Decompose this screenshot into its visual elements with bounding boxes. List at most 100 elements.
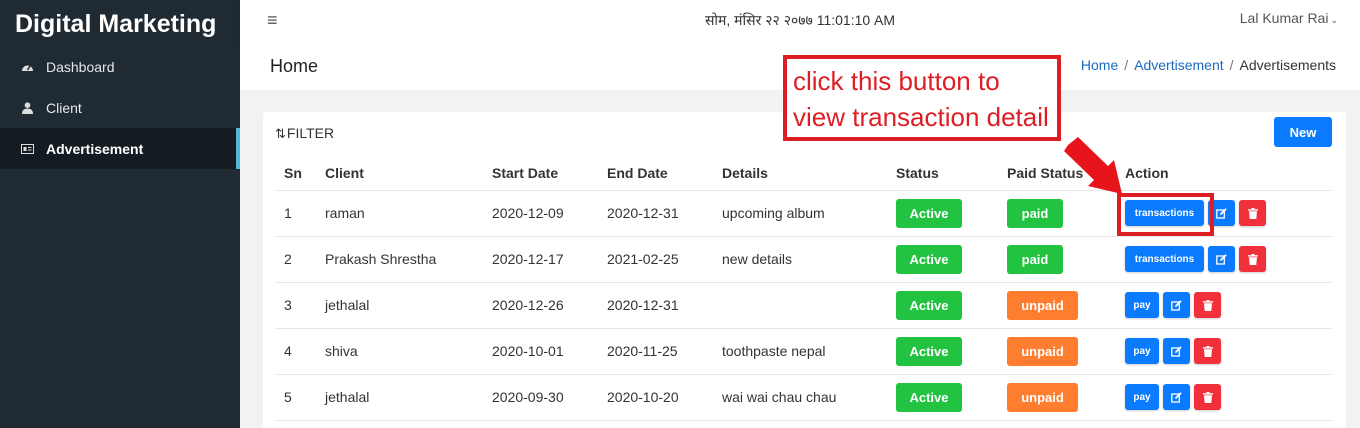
cell-client: shiva bbox=[316, 328, 483, 375]
filter-toggle[interactable]: ⇅FILTER bbox=[275, 125, 334, 142]
cell-client: Prakash Shrestha bbox=[316, 236, 483, 283]
delete-button[interactable] bbox=[1239, 246, 1266, 272]
cell-details bbox=[713, 282, 887, 329]
status-badge: Active bbox=[896, 382, 962, 412]
cell-paid-status: unpaid bbox=[998, 282, 1116, 329]
chevron-down-icon: ⌄ bbox=[1330, 15, 1338, 25]
cell-sn: 3 bbox=[275, 282, 316, 329]
paid-status-badge: paid bbox=[1007, 244, 1063, 274]
annotation-arrow-icon bbox=[1064, 137, 1122, 194]
sidebar-item-client[interactable]: Client bbox=[0, 87, 240, 128]
sidebar-item-label: Advertisement bbox=[46, 140, 144, 157]
cell-status: Active bbox=[887, 374, 998, 421]
edit-icon bbox=[1216, 207, 1227, 219]
cell-start-date: 2020-12-09 bbox=[483, 190, 598, 237]
annotation-line-1: click this button to bbox=[793, 66, 1000, 96]
new-button[interactable]: New bbox=[1274, 117, 1332, 147]
cell-end-date: 2020-10-20 bbox=[598, 374, 713, 421]
annotation-highlight-box bbox=[1117, 193, 1214, 236]
trash-icon bbox=[1202, 391, 1213, 403]
column-header-client: Client bbox=[316, 156, 483, 191]
cell-client: raman bbox=[316, 190, 483, 237]
sidebar-item-advertisement[interactable]: Advertisement bbox=[0, 128, 240, 169]
delete-button[interactable] bbox=[1194, 384, 1221, 410]
filter-label: FILTER bbox=[286, 125, 335, 141]
edit-button[interactable] bbox=[1163, 338, 1190, 364]
filter-icon: ⇅ bbox=[275, 126, 286, 141]
breadcrumb-home[interactable]: Home bbox=[1081, 57, 1118, 73]
cell-paid-status: paid bbox=[998, 190, 1116, 237]
cell-sn: 4 bbox=[275, 328, 316, 375]
table-row: 5 jethalal 2020-09-30 2020-10-20 wai wai cha… bbox=[275, 374, 1332, 421]
breadcrumb-advertisement[interactable]: Advertisement bbox=[1134, 57, 1223, 73]
edit-button[interactable] bbox=[1163, 384, 1190, 410]
column-header-end-date: End Date bbox=[598, 156, 713, 191]
paid-status-badge: paid bbox=[1007, 198, 1063, 228]
user-menu[interactable]: Lal Kumar Rai ⌄ bbox=[1240, 10, 1338, 26]
trash-icon bbox=[1247, 253, 1258, 265]
column-header-action: Action bbox=[1116, 156, 1332, 191]
cell-details: new details bbox=[713, 236, 887, 283]
cell-status: Active bbox=[887, 282, 998, 329]
page-title: Home bbox=[270, 56, 319, 76]
breadcrumb-separator: / bbox=[1229, 57, 1234, 73]
annotation-line-2: view transaction detail bbox=[793, 102, 1049, 132]
table-header-row: Sn Client Start Date End Date Details St… bbox=[275, 156, 1332, 191]
delete-button[interactable] bbox=[1194, 292, 1221, 318]
cell-action: pay bbox=[1116, 282, 1332, 329]
paid-status-badge: unpaid bbox=[1007, 336, 1078, 366]
column-header-status: Status bbox=[887, 156, 998, 191]
edit-button[interactable] bbox=[1163, 292, 1190, 318]
cell-status: Active bbox=[887, 328, 998, 375]
dashboard-icon bbox=[20, 61, 34, 73]
status-badge: Active bbox=[896, 336, 962, 366]
table-row: 4 shiva 2020-10-01 2020-11-25 toothpaste nep… bbox=[275, 328, 1332, 375]
cell-status: Active bbox=[887, 190, 998, 237]
cell-sn: 5 bbox=[275, 374, 316, 421]
cell-sn: 1 bbox=[275, 190, 316, 237]
cell-start-date: 2020-10-01 bbox=[483, 328, 598, 375]
delete-button[interactable] bbox=[1194, 338, 1221, 364]
cell-action: pay bbox=[1116, 374, 1332, 421]
pay-button[interactable]: pay bbox=[1125, 384, 1159, 410]
delete-button[interactable] bbox=[1239, 200, 1266, 226]
advertisements-card: ⇅FILTER New Sn Client Start Date End Dat… bbox=[263, 112, 1346, 428]
cell-end-date: 2020-11-25 bbox=[598, 328, 713, 375]
topbar: ≡ सोम, मंसिर २२ २०७७ 11:01:10 AM Lal Kum… bbox=[240, 0, 1360, 46]
sidebar-item-dashboard[interactable]: Dashboard bbox=[0, 46, 240, 87]
cell-end-date: 2020-12-31 bbox=[598, 282, 713, 329]
cell-paid-status: paid bbox=[998, 236, 1116, 283]
edit-button[interactable] bbox=[1208, 246, 1235, 272]
user-name: Lal Kumar Rai bbox=[1239, 10, 1329, 26]
cell-end-date: 2020-12-31 bbox=[598, 190, 713, 237]
cell-details: toothpaste nepal bbox=[713, 328, 887, 375]
status-badge: Active bbox=[896, 244, 962, 274]
trash-icon bbox=[1202, 299, 1213, 311]
table-row: 2 Prakash Shrestha 2020-12-17 2021-02-25 new… bbox=[275, 236, 1332, 283]
pay-button[interactable]: pay bbox=[1125, 338, 1159, 364]
column-header-details: Details bbox=[713, 156, 887, 191]
edit-icon bbox=[1171, 391, 1182, 403]
sidebar: Digital Marketing Dashboard Client Adver… bbox=[0, 0, 240, 428]
breadcrumb-current: Advertisements bbox=[1239, 57, 1336, 73]
cell-details: wai wai chau chau bbox=[713, 374, 887, 421]
table-row: 3 jethalal 2020-12-26 2020-12-31 Active unpai… bbox=[275, 282, 1332, 329]
user-icon bbox=[20, 101, 34, 114]
transactions-button[interactable]: transactions bbox=[1125, 246, 1204, 272]
pay-button[interactable]: pay bbox=[1125, 292, 1159, 318]
paid-status-badge: unpaid bbox=[1007, 382, 1078, 412]
cell-start-date: 2020-12-17 bbox=[483, 236, 598, 283]
column-header-sn: Sn bbox=[275, 156, 316, 191]
cell-paid-status: unpaid bbox=[998, 328, 1116, 375]
trash-icon bbox=[1202, 345, 1213, 357]
cell-action: transactions bbox=[1116, 236, 1332, 283]
ad-icon bbox=[20, 143, 34, 154]
sidebar-item-label: Dashboard bbox=[46, 58, 115, 75]
status-badge: Active bbox=[896, 198, 962, 228]
cell-client: jethalal bbox=[316, 282, 483, 329]
cell-paid-status: unpaid bbox=[998, 374, 1116, 421]
annotation-callout: click this button to view transaction de… bbox=[783, 55, 1061, 141]
edit-icon bbox=[1171, 345, 1182, 357]
cell-details: upcoming album bbox=[713, 190, 887, 237]
cell-status: Active bbox=[887, 236, 998, 283]
